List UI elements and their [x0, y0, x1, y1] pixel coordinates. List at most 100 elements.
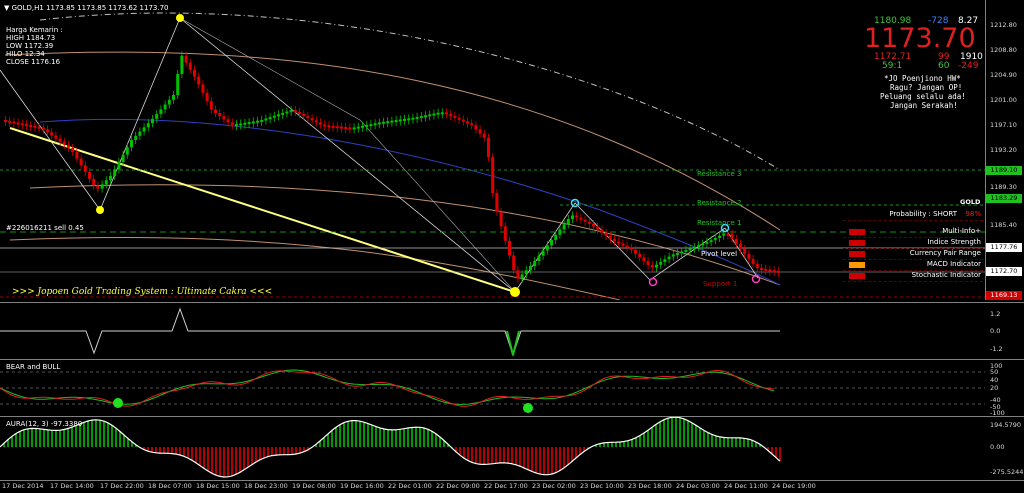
- aura-title: AURA(12, 3) -97.3380: [6, 420, 83, 428]
- chevron-down-icon[interactable]: ▼: [4, 4, 9, 12]
- price-tick: 1204.90: [990, 71, 1017, 79]
- time-tick: 18 Dec 15:00: [196, 482, 240, 490]
- ticker-row3-right: -249: [958, 61, 979, 71]
- time-tick: 17 Dec 2014: [2, 482, 44, 490]
- candle-body: [390, 120, 394, 123]
- candle-body: [457, 117, 461, 120]
- bull-dot-2: [523, 403, 533, 413]
- candle-body: [323, 124, 327, 127]
- info-hilo: HILO 12.34: [6, 50, 45, 58]
- candle-body: [209, 101, 213, 110]
- candle-body: [138, 131, 142, 136]
- candle-body: [222, 116, 226, 120]
- candle-body: [587, 221, 591, 224]
- candle-body: [529, 266, 532, 271]
- candle-body: [743, 248, 747, 254]
- candle-body: [104, 180, 108, 185]
- bear-bull-subpanel[interactable]: BEAR and BULL: [0, 359, 1024, 416]
- candle-body: [482, 133, 486, 138]
- sub1-tick: 0.0: [990, 327, 1001, 335]
- signal-subpanel[interactable]: [0, 302, 1024, 359]
- chart-header: ▼ GOLD,H1 1173.85 1173.85 1173.62 1173.7…: [4, 4, 169, 12]
- marker-magenta-1: [648, 277, 658, 287]
- candle-body: [201, 84, 205, 93]
- time-tick: 23 Dec 18:00: [628, 482, 672, 490]
- candle-body: [205, 92, 209, 102]
- main-chart-canvas[interactable]: [0, 0, 985, 300]
- resistance3-label: Resistance 3: [697, 170, 742, 178]
- candle-body: [747, 253, 751, 259]
- sub2-tick: 20: [990, 384, 999, 392]
- candle-body: [537, 255, 541, 261]
- candle-body: [319, 122, 322, 125]
- candle-body: [146, 123, 150, 128]
- candle-body: [25, 124, 28, 127]
- candle-body: [184, 55, 188, 63]
- candle-body: [419, 116, 423, 119]
- main-chart[interactable]: ▼ GOLD,H1 1173.85 1173.85 1173.62 1173.7…: [0, 0, 985, 300]
- candle-body: [155, 114, 159, 119]
- candle-body: [684, 249, 688, 252]
- price-tick: 1212.80: [990, 21, 1017, 29]
- aura-histogram: [3, 417, 781, 477]
- candle-body: [461, 119, 465, 122]
- time-tick: 23 Dec 02:00: [532, 482, 576, 490]
- ticker-block: 1180.98 -728 8.27 1173.70 1172.71 99 191…: [848, 14, 984, 124]
- candle-body: [722, 233, 726, 236]
- candle-body: [449, 114, 453, 117]
- candle-body: [369, 124, 373, 127]
- candle-body: [340, 126, 343, 129]
- time-tick: 24 Dec 11:00: [724, 482, 768, 490]
- candle-body: [256, 120, 259, 123]
- candle-body: [671, 254, 675, 257]
- sub1-tick: 1.2: [990, 310, 1001, 318]
- candle-body: [193, 69, 196, 77]
- banner-text: >>> Jopoen Gold Trading System : Ultimat…: [12, 287, 273, 297]
- candle-body: [4, 120, 7, 122]
- candle-body: [356, 126, 360, 129]
- candle-body: [646, 261, 650, 265]
- candle-body: [331, 125, 335, 128]
- candle-body: [226, 119, 230, 123]
- candle-body: [718, 235, 721, 238]
- candle-body: [314, 120, 318, 123]
- candle-body: [41, 127, 45, 130]
- candle-body: [264, 118, 268, 121]
- candle-body: [151, 118, 154, 124]
- candle-body: [130, 140, 133, 148]
- candle-body: [335, 126, 339, 129]
- candle-body: [730, 233, 734, 239]
- candle-body: [600, 229, 604, 233]
- ohlc-label: 1173.85 1173.85 1173.62 1173.70: [46, 4, 169, 12]
- marker-sun-1: [176, 14, 184, 22]
- candle-body: [701, 243, 705, 246]
- candle-body: [613, 239, 616, 242]
- candle-body: [411, 117, 415, 120]
- info-close: CLOSE 1176.16: [6, 58, 61, 66]
- candle-body: [268, 117, 272, 120]
- candle-body: [508, 240, 511, 256]
- candle-body: [214, 109, 217, 113]
- candle-body: [239, 123, 243, 126]
- candle-body: [533, 261, 537, 266]
- candle-body: [117, 162, 121, 170]
- candle-body: [96, 185, 100, 189]
- order-label[interactable]: #226016211 sell 0.45: [6, 224, 84, 232]
- price-tick: 1208.80: [990, 46, 1017, 54]
- candle-body: [281, 112, 285, 115]
- time-tick: 17 Dec 14:00: [50, 482, 94, 490]
- price-tick: 1185.40: [990, 221, 1017, 229]
- time-tick: 18 Dec 07:00: [148, 482, 192, 490]
- candle-body: [50, 132, 54, 136]
- candle-body: [260, 119, 264, 122]
- candle-body: [403, 118, 406, 121]
- candle-body: [604, 232, 608, 236]
- candle-body: [251, 121, 255, 124]
- candle-body: [428, 114, 432, 117]
- aura-subpanel[interactable]: AURA(12, 3) -97.3380: [0, 416, 1024, 481]
- candle-body: [566, 219, 570, 225]
- candle-body: [734, 238, 738, 244]
- candle-body: [348, 127, 352, 130]
- candle-body: [394, 120, 398, 123]
- candle-body: [188, 62, 192, 70]
